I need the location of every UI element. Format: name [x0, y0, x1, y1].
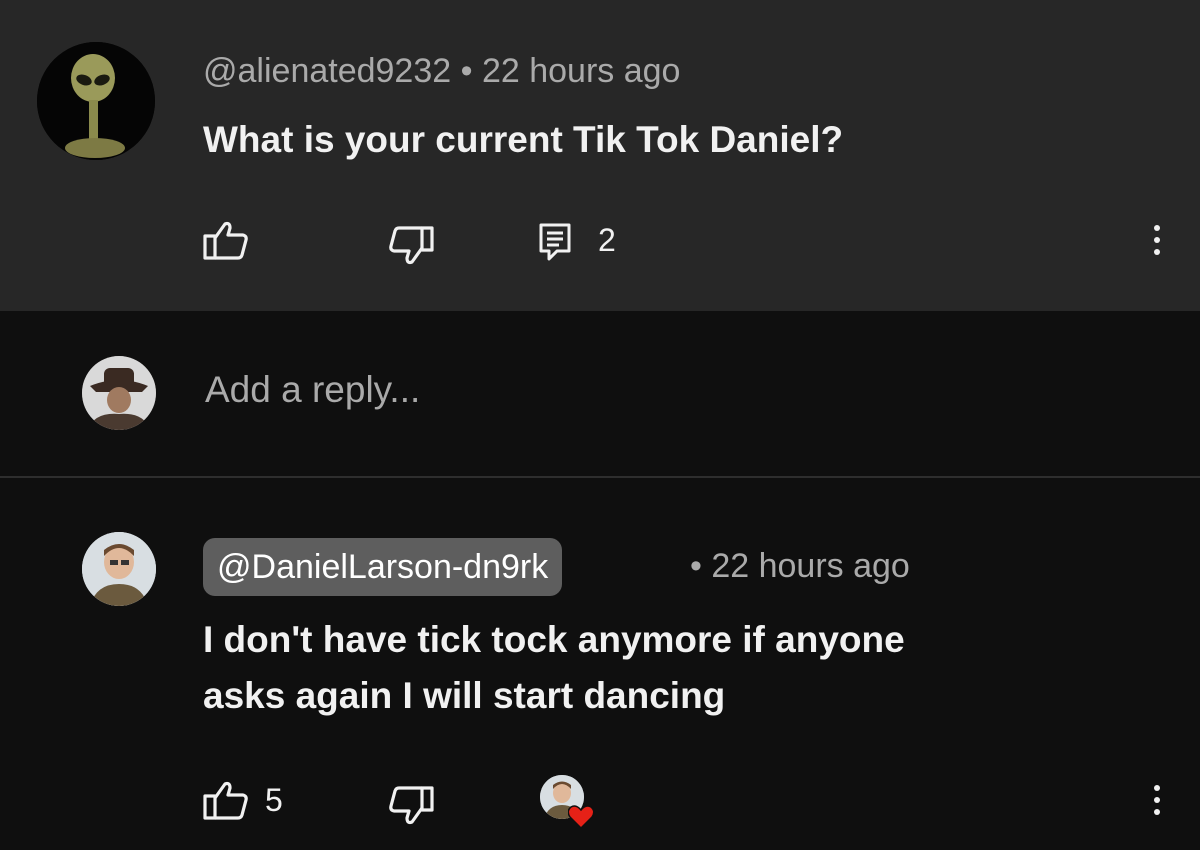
thumbs-down-icon[interactable] [388, 786, 434, 831]
comment-author[interactable]: @alienated9232 [203, 52, 451, 90]
like-count: 5 [265, 782, 283, 818]
divider [0, 476, 1200, 478]
more-options-icon[interactable] [1152, 785, 1162, 815]
avatar[interactable] [82, 532, 156, 606]
comment-text: What is your current Tik Tok Daniel? [203, 119, 844, 160]
avatar[interactable] [37, 42, 155, 160]
heart-icon [567, 805, 595, 830]
thumbs-up-icon[interactable] [203, 220, 249, 265]
reply-input[interactable] [203, 368, 1107, 412]
comment-icon[interactable] [539, 223, 571, 266]
avatar [82, 356, 156, 430]
thumbs-down-icon[interactable] [388, 226, 434, 271]
reply-time: • 22 hours ago [690, 547, 910, 585]
reply-text-line-1: I don't have tick tock anymore if anyone [203, 619, 905, 660]
comments-thread: @alienated9232 • 22 hours ago What is yo… [0, 0, 1200, 850]
reply-text-line-2: asks again I will start dancing [203, 675, 726, 716]
comment-meta: @alienated9232 • 22 hours ago [203, 52, 680, 91]
more-options-icon[interactable] [1152, 225, 1162, 255]
reply-author-chip[interactable]: @DanielLarson-dn9rk [203, 538, 563, 596]
comment-time: • 22 hours ago [460, 52, 681, 90]
thumbs-up-icon[interactable] [203, 780, 249, 825]
reply-count[interactable]: 2 [598, 222, 616, 259]
